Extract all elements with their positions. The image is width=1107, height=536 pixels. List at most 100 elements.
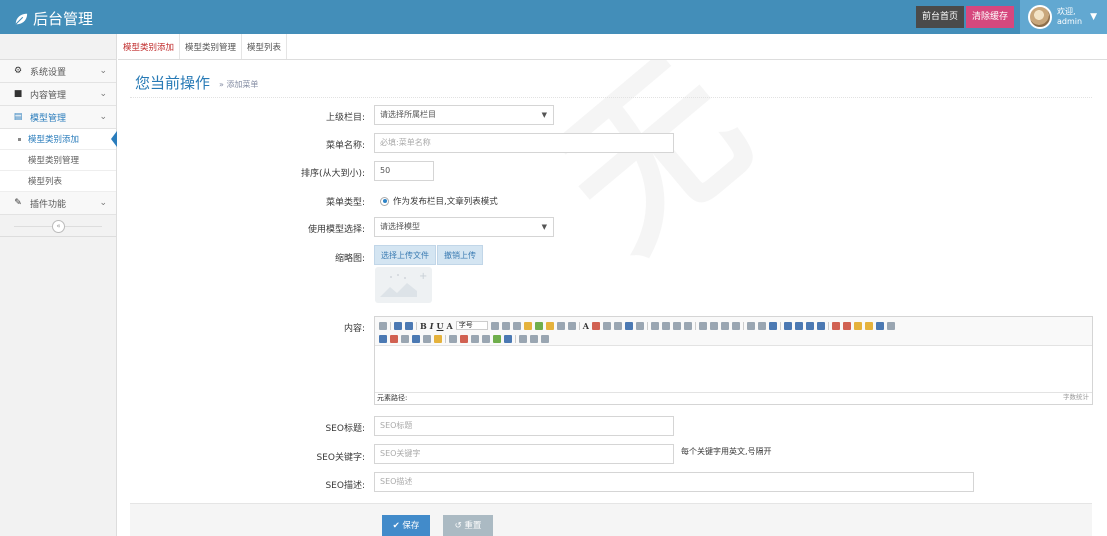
code-icon[interactable] — [401, 334, 409, 343]
highlight-icon[interactable] — [591, 321, 600, 330]
superscript-icon[interactable] — [501, 321, 510, 330]
rich-text-editor[interactable]: B I U A 字号 A 元素路径: 字数统计 — [374, 316, 1093, 405]
double-chevron-left-icon[interactable]: « — [52, 220, 65, 233]
seo-title-label: SEO标题: — [325, 424, 365, 434]
sidebar-item-model[interactable]: ▤ 模型管理 ⌄ — [0, 106, 116, 129]
unlink-icon[interactable] — [757, 321, 766, 330]
align-right-icon[interactable] — [720, 321, 729, 330]
align-left-icon[interactable] — [698, 321, 707, 330]
insert-frame-icon[interactable] — [390, 334, 398, 343]
align-center-icon[interactable] — [709, 321, 718, 330]
underline-icon[interactable]: U — [437, 321, 444, 331]
sidebar-subitem-model-category-manage[interactable]: 模型类别管理 — [0, 150, 116, 171]
row-spacing-top-icon[interactable] — [650, 321, 659, 330]
choose-file-button[interactable]: 选择上传文件 — [374, 245, 436, 265]
parent-select[interactable]: 请选择所属栏目 ▼ — [374, 105, 554, 125]
link-icon[interactable] — [746, 321, 755, 330]
seo-keywords-input[interactable]: SEO关键字 — [374, 444, 674, 464]
multi-image-icon[interactable] — [842, 321, 851, 330]
sidebar-shortcuts — [0, 34, 116, 60]
editor-path-bar: 元素路径: 字数统计 — [375, 392, 1092, 404]
seo-desc-input[interactable]: SEO描述 — [374, 472, 974, 492]
svg-text:+: + — [419, 271, 427, 282]
sidebar-subitem-label: 模型列表 — [28, 177, 63, 187]
sidebar: ⚙ 系统设置 ⌄ ■ 内容管理 ⌄ ▤ 模型管理 ⌄ 模型类别添加 模型类别管理… — [0, 34, 117, 536]
clear-cache-button[interactable]: 清除缓存 — [965, 6, 1014, 28]
paste-plain-icon[interactable] — [567, 321, 576, 330]
model-select[interactable]: 请选择模型 ▼ — [374, 217, 554, 237]
image-none-icon[interactable] — [794, 321, 803, 330]
scrawl-icon[interactable] — [864, 321, 873, 330]
blockquote-icon[interactable] — [556, 321, 565, 330]
editor-path-label: 元素路径: — [377, 394, 408, 402]
user-menu[interactable]: 欢迎, admin ▼ — [1020, 0, 1107, 34]
snapscreen-icon[interactable] — [504, 334, 512, 343]
image-left-icon[interactable] — [783, 321, 792, 330]
app-title: 后台管理 — [33, 10, 94, 28]
format-brush-icon[interactable] — [523, 321, 532, 330]
font-size-select[interactable]: 字号 — [455, 321, 488, 330]
image-center-icon[interactable] — [816, 321, 825, 330]
sidebar-subitem-model-category-add[interactable]: 模型类别添加 — [0, 129, 117, 150]
font-color-icon[interactable]: A — [583, 321, 589, 331]
undo-icon[interactable] — [394, 321, 402, 330]
seo-title-input[interactable]: SEO标题 — [374, 416, 674, 436]
sidebar-item-system-settings[interactable]: ⚙ 系统设置 ⌄ — [0, 60, 116, 83]
order-label: 排序(从大到小): — [300, 169, 365, 179]
page-title: 您当前操作 — [135, 74, 211, 92]
time-icon[interactable] — [471, 334, 479, 343]
select-all-icon[interactable] — [624, 321, 633, 330]
emotion-icon[interactable] — [853, 321, 862, 330]
search-replace-icon[interactable] — [541, 334, 549, 343]
order-input[interactable]: 50 — [374, 161, 434, 181]
attachment-icon[interactable] — [886, 321, 895, 330]
ordered-list-icon[interactable] — [602, 321, 611, 330]
video-icon[interactable] — [875, 321, 884, 330]
save-button[interactable]: ✔ 保存 — [382, 515, 430, 536]
paragraph-icon[interactable] — [683, 321, 692, 330]
row-spacing-bottom-icon[interactable] — [661, 321, 670, 330]
image-icon[interactable] — [831, 321, 840, 330]
clear-doc-icon[interactable] — [635, 321, 644, 330]
strikethrough-icon[interactable] — [490, 321, 499, 330]
reset-button[interactable]: ↺ 重置 — [443, 515, 493, 536]
brand[interactable]: 后台管理 — [14, 8, 93, 29]
wordimage-icon[interactable] — [493, 334, 501, 343]
menu-name-input[interactable]: 必填:菜单名称 — [374, 133, 674, 153]
tab-model-category-add[interactable]: 模型类别添加 — [118, 34, 181, 59]
template-icon[interactable] — [434, 334, 442, 343]
parent-label: 上级栏目: — [325, 113, 365, 123]
cancel-upload-button[interactable]: 撤销上传 — [437, 245, 483, 265]
italic-icon[interactable]: I — [430, 321, 434, 331]
image-right-icon[interactable] — [805, 321, 814, 330]
sidebar-item-content[interactable]: ■ 内容管理 ⌄ — [0, 83, 116, 106]
frontend-home-button[interactable]: 前台首页 — [915, 6, 964, 28]
bold-icon[interactable]: B — [420, 321, 427, 331]
anchor-icon[interactable] — [768, 321, 777, 330]
type-radio-publish[interactable]: 作为发布栏目,文章列表模式 — [380, 195, 498, 207]
auto-format-icon[interactable] — [534, 321, 543, 330]
line-height-icon[interactable] — [672, 321, 681, 330]
map-icon[interactable] — [379, 334, 387, 343]
preview-icon[interactable] — [519, 334, 527, 343]
caret-down-icon: ▼ — [541, 111, 547, 119]
html-source-icon[interactable] — [379, 321, 387, 330]
redo-icon[interactable] — [405, 321, 413, 330]
subscript-icon[interactable] — [512, 321, 521, 330]
seo-keywords-help: 每个关键字用英文,号隔开 — [681, 447, 772, 456]
horizontal-rule-icon[interactable] — [449, 334, 457, 343]
background-icon[interactable] — [423, 334, 431, 343]
thumbnail-placeholder-image[interactable]: + — [375, 267, 432, 303]
unordered-list-icon[interactable] — [613, 321, 622, 330]
tab-model-list[interactable]: 模型列表 — [242, 34, 288, 59]
border-icon[interactable]: A — [447, 321, 453, 331]
clear-format-icon[interactable] — [545, 321, 554, 330]
page-break-icon[interactable] — [412, 334, 420, 343]
date-icon[interactable] — [460, 334, 468, 343]
special-char-icon[interactable] — [482, 334, 490, 343]
print-icon[interactable] — [530, 334, 538, 343]
align-justify-icon[interactable] — [731, 321, 740, 330]
sidebar-item-plugins[interactable]: ✎ 插件功能 ⌄ — [0, 192, 116, 215]
tab-model-category-manage[interactable]: 模型类别管理 — [180, 34, 243, 59]
sidebar-subitem-model-list[interactable]: 模型列表 — [0, 171, 116, 192]
